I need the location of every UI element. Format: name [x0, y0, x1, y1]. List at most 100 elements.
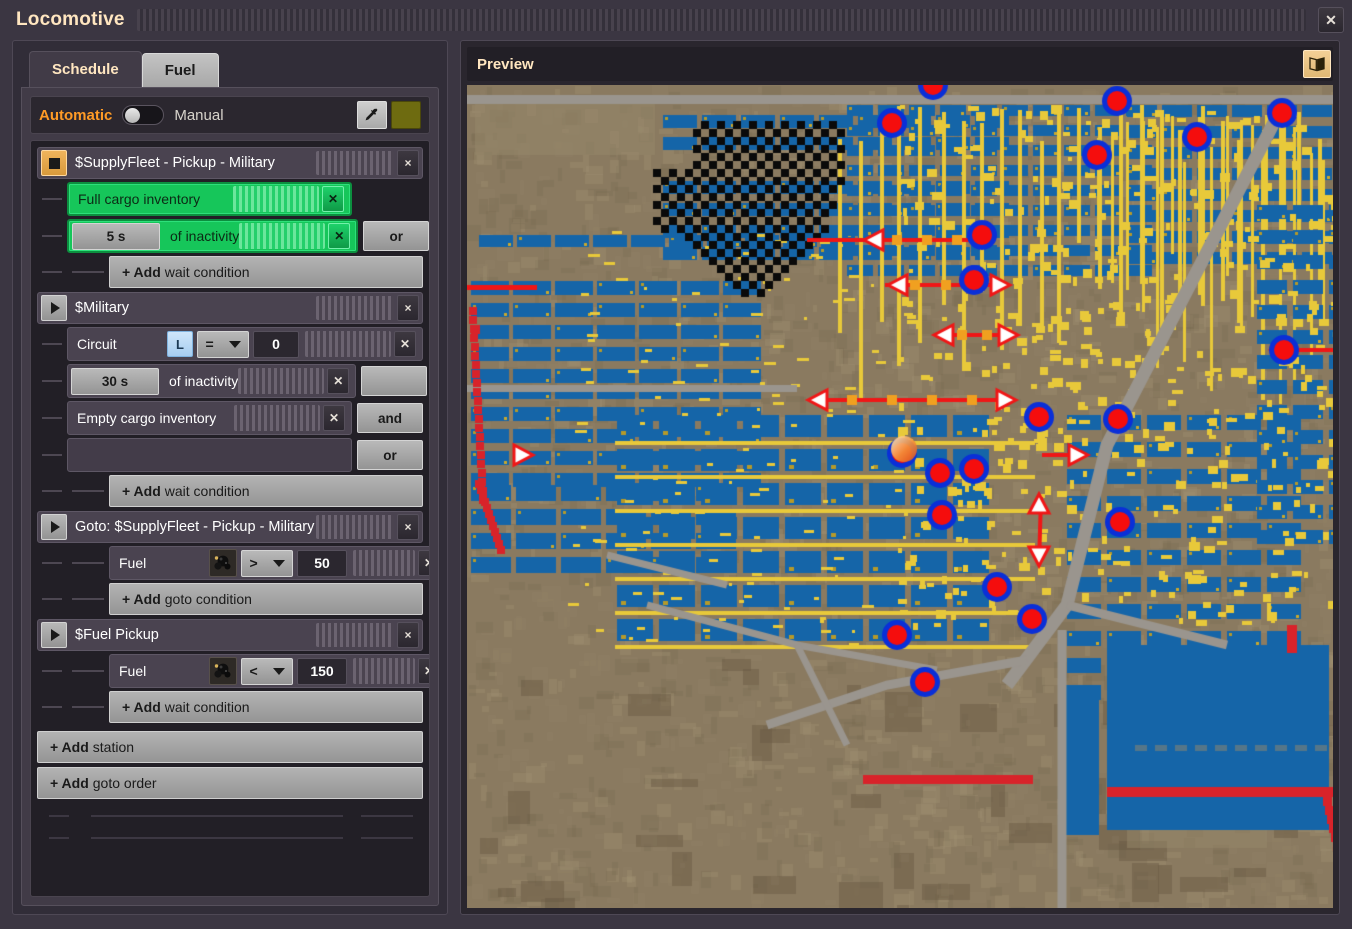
condition-delete-button[interactable]: ✕ — [394, 331, 416, 357]
station-drag-handle[interactable] — [316, 296, 394, 320]
close-icon: ✕ — [424, 556, 429, 570]
gutter-dash — [42, 380, 62, 382]
add-wait-condition-button[interactable]: + Add wait condition — [109, 475, 423, 507]
chevron-down-icon — [228, 340, 241, 348]
goto-delete-button[interactable]: × — [397, 514, 419, 540]
coal-icon[interactable] — [209, 549, 237, 577]
condition-time-button[interactable]: 30 s — [71, 367, 159, 395]
mode-manual-label: Manual — [174, 106, 224, 124]
close-icon: × — [404, 628, 412, 642]
pipette-button[interactable] — [357, 101, 387, 129]
station-play-button[interactable] — [41, 622, 67, 648]
add-prefix: + Add — [122, 699, 161, 715]
add-goto-order-button[interactable]: + Add goto order — [37, 767, 423, 799]
close-icon: ✕ — [399, 337, 411, 351]
play-triangle-icon — [50, 629, 60, 641]
play-triangle-icon — [50, 521, 60, 533]
preview-header: Preview — [467, 47, 1333, 81]
train-color-swatch[interactable] — [391, 101, 421, 129]
chevron-down-icon — [272, 667, 285, 675]
fuel-threshold-input[interactable]: 50 — [297, 549, 347, 577]
map-canvas[interactable] — [467, 85, 1333, 908]
condition-wrapper: 5 s of inactivity ✕ or — [37, 219, 429, 253]
wait-condition-row[interactable]: Full cargo inventory ✕ — [67, 182, 352, 216]
condition-delete-button[interactable]: ✕ — [328, 223, 351, 249]
station-delete-button[interactable]: × — [397, 295, 419, 321]
station-stop-button[interactable] — [41, 150, 67, 176]
fuel-threshold-input[interactable]: 150 — [297, 657, 347, 685]
add-station-button[interactable]: + Add station — [37, 731, 423, 763]
logic-and-button[interactable]: and — [357, 403, 423, 433]
condition-drag-handle[interactable] — [305, 331, 391, 357]
add-row: + Add wait condition — [37, 256, 423, 288]
logic-or-button[interactable]: or — [357, 440, 423, 470]
condition-wrapper: Fuel > 50 — [37, 546, 429, 580]
goto-header[interactable]: Goto: $SupplyFleet - Pickup - Military × — [37, 511, 423, 543]
wait-condition-row[interactable]: Empty cargo inventory ✕ — [67, 401, 352, 435]
station-delete-button[interactable]: × — [397, 622, 419, 648]
map-view-button[interactable] — [1303, 50, 1331, 78]
comparator-dropdown[interactable]: > — [241, 549, 293, 577]
comparator-dropdown[interactable]: = — [197, 330, 249, 358]
condition-delete-button[interactable]: ✕ — [418, 658, 429, 684]
wait-condition-row[interactable]: Fuel < 150 — [109, 654, 429, 688]
condition-drag-handle[interactable] — [234, 405, 320, 431]
indent-gutter — [37, 364, 67, 398]
goto-drag-handle[interactable] — [316, 515, 394, 539]
circuit-signal-button[interactable]: L — [167, 331, 193, 357]
condition-delete-button[interactable]: ✕ — [323, 405, 345, 431]
add-goto-condition-button[interactable]: + Add goto condition — [109, 583, 423, 615]
gutter-dash — [42, 562, 62, 564]
circuit-value-input[interactable]: 0 — [253, 330, 299, 358]
goto-play-button[interactable] — [41, 514, 67, 540]
map-preview[interactable] — [467, 85, 1333, 908]
close-icon: ✕ — [424, 664, 429, 678]
logic-or-button[interactable]: or — [363, 221, 429, 251]
station-header[interactable]: $Military × — [37, 292, 423, 324]
add-prefix: + Add — [50, 739, 89, 755]
condition-drag-handle[interactable] — [238, 368, 325, 394]
titlebar-drag-handle[interactable] — [136, 9, 1306, 31]
condition-delete-button[interactable]: ✕ — [327, 368, 350, 394]
indent-gutter — [37, 475, 67, 507]
condition-drag-handle[interactable] — [353, 658, 415, 684]
condition-drag-handle[interactable] — [239, 223, 326, 249]
condition-label: of inactivity — [169, 373, 239, 389]
gutter-dash — [42, 343, 62, 345]
station-header[interactable]: $Fuel Pickup × — [37, 619, 423, 651]
station-play-button[interactable] — [41, 295, 67, 321]
wait-condition-row[interactable]: 30 s of inactivity ✕ — [67, 364, 357, 398]
add-wait-condition-button[interactable]: + Add wait condition — [109, 691, 423, 723]
schedule-list: $SupplyFleet - Pickup - Military × Full … — [30, 140, 430, 897]
station-drag-handle[interactable] — [316, 623, 394, 647]
wait-condition-row[interactable]: Circuit L = 0 ✕ — [67, 327, 423, 361]
close-icon: × — [404, 520, 412, 534]
coal-icon[interactable] — [209, 657, 237, 685]
condition-delete-button[interactable]: ✕ — [418, 550, 429, 576]
logic-blank-button[interactable] — [361, 366, 428, 396]
close-icon: ✕ — [327, 192, 339, 206]
tab-fuel[interactable]: Fuel — [141, 53, 219, 87]
close-button[interactable]: ✕ — [1318, 7, 1344, 33]
condition-drag-handle[interactable] — [233, 186, 319, 212]
comparator-dropdown[interactable]: < — [241, 657, 293, 685]
wait-condition-row-empty[interactable] — [67, 438, 352, 472]
condition-drag-handle[interactable] — [353, 550, 415, 576]
coal-icon-glyph — [214, 555, 231, 570]
automatic-manual-toggle[interactable] — [122, 105, 165, 125]
station-name: $SupplyFleet - Pickup - Military — [75, 155, 275, 171]
condition-label: Fuel — [119, 663, 147, 679]
add-wait-condition-button[interactable]: + Add wait condition — [109, 256, 423, 288]
condition-label: of inactivity — [170, 228, 240, 244]
station-drag-handle[interactable] — [316, 151, 394, 175]
station-header[interactable]: $SupplyFleet - Pickup - Military × — [37, 147, 423, 179]
goto-condition-row[interactable]: Fuel > 50 — [109, 546, 429, 580]
tab-schedule[interactable]: Schedule — [29, 51, 142, 87]
condition-delete-button[interactable]: ✕ — [322, 186, 344, 212]
gutter-dash — [72, 598, 104, 600]
wait-condition-row[interactable]: 5 s of inactivity ✕ — [67, 219, 359, 253]
condition-time-button[interactable]: 5 s — [72, 222, 160, 250]
play-triangle-icon — [50, 302, 60, 314]
station-delete-button[interactable]: × — [397, 150, 419, 176]
indent-gutter — [67, 256, 109, 288]
